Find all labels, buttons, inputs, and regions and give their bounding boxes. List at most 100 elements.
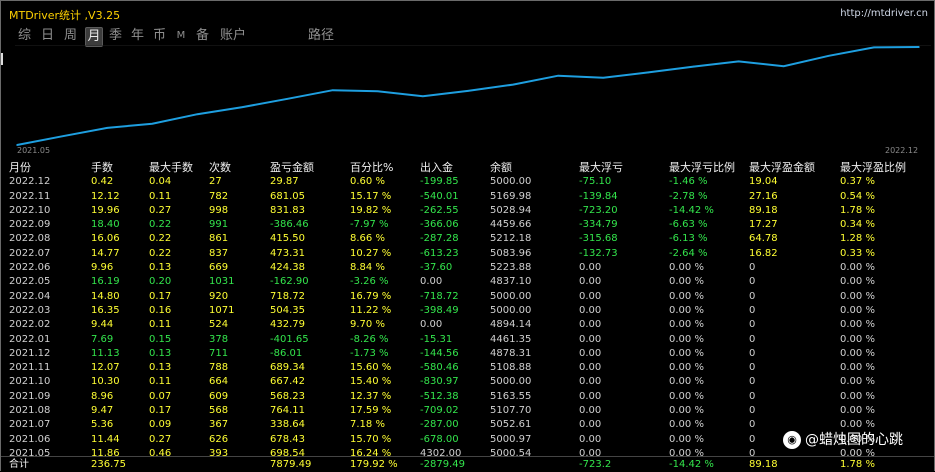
cell-profit: 831.83 <box>270 204 305 216</box>
equity-point <box>106 127 108 129</box>
tab-note[interactable]: 备 <box>195 27 210 45</box>
table-row[interactable]: 2022.11 12.12 0.11 782 681.05 15.17 % -540.01 5… <box>1 190 934 204</box>
tab-m[interactable]: M <box>175 27 187 45</box>
watermark: ◉ @蜡烛图的心跳 <box>783 429 903 449</box>
table-row[interactable]: 2022.10 19.96 0.27 998 831.83 19.82 % -262.55 5… <box>1 204 934 218</box>
total-label: 合计 <box>9 459 29 470</box>
cell-max-float-profit-ratio: 0.00 % <box>840 290 875 302</box>
tab-account[interactable]: 账户 <box>219 27 247 45</box>
table-row[interactable]: 2021.12 11.13 0.13 711 -86.01 -1.73 % -144.56 4… <box>1 347 934 361</box>
cell-trades: 27 <box>209 176 222 188</box>
equity-point <box>467 90 469 92</box>
cell-deposit: 0.00 <box>420 319 443 331</box>
cell-max-lots: 0.17 <box>149 290 172 302</box>
total-max-float-profit-ratio: 1.78 % <box>840 459 875 470</box>
cell-max-float-loss-ratio: 0.00 % <box>669 419 704 431</box>
table-row[interactable]: 2022.01 7.69 0.15 378 -401.65 -8.26 % -15.31 44… <box>1 333 934 347</box>
cell-max-float-loss-ratio: 0.00 % <box>669 433 704 445</box>
cell-deposit: -613.23 <box>420 247 459 259</box>
tab-year[interactable]: 年 <box>130 27 145 45</box>
cell-max-lots: 0.09 <box>149 419 172 431</box>
table-row[interactable]: 2022.02 9.44 0.11 524 432.79 9.70 % 0.00 4894.1… <box>1 318 934 332</box>
cell-profit: 689.34 <box>270 362 305 374</box>
cell-max-float-loss: -139.84 <box>579 190 618 202</box>
header-month[interactable]: 月份 <box>9 161 31 175</box>
header-deposit[interactable]: 出入金 <box>420 161 453 175</box>
equity-points <box>16 46 920 146</box>
cell-max-float-loss-ratio: -14.42 % <box>669 204 714 216</box>
cell-max-float-profit: 0 <box>749 347 756 359</box>
equity-curve-chart <box>15 45 931 146</box>
table-row[interactable]: 2022.12 0.42 0.04 27 29.87 0.60 % -199.85 5000.… <box>1 175 934 189</box>
cell-max-float-loss: 0.00 <box>579 333 602 345</box>
tab-summary[interactable]: 综 <box>17 27 32 45</box>
cell-max-float-profit-ratio: 0.33 % <box>840 247 875 259</box>
total-percent: 179.92 % <box>350 459 398 470</box>
equity-point <box>61 135 63 138</box>
tab-path[interactable]: 路径 <box>307 27 335 45</box>
cell-max-lots: 0.13 <box>149 262 172 274</box>
site-link[interactable]: http://mtdriver.cn <box>840 8 928 19</box>
table-row[interactable]: 2022.06 9.96 0.13 669 424.38 8.84 % -37.60 5223… <box>1 261 934 275</box>
cell-max-float-profit: 17.27 <box>749 219 778 231</box>
table-row[interactable]: 2021.09 8.96 0.07 609 568.23 12.37 % -512.38 51… <box>1 390 934 404</box>
cell-max-float-profit-ratio: 0.00 % <box>840 262 875 274</box>
tab-month[interactable]: 月 <box>85 27 103 47</box>
cell-lots: 0.42 <box>91 176 114 188</box>
cell-deposit: 0.00 <box>420 276 443 288</box>
table-row[interactable]: 2022.05 16.19 0.20 1031 -162.90 -3.26 % 0.00 48… <box>1 275 934 289</box>
cell-max-float-profit: 0 <box>749 405 756 417</box>
tab-quarter[interactable]: 季 <box>108 27 123 45</box>
cell-max-lots: 0.13 <box>149 347 172 359</box>
cell-max-float-profit: 0 <box>749 362 756 374</box>
cell-max-float-loss-ratio: 0.00 % <box>669 304 704 316</box>
equity-point <box>918 46 920 48</box>
cell-max-float-profit: 0 <box>749 376 756 388</box>
cell-month: 2022.03 <box>9 304 51 316</box>
cell-percent: -7.97 % <box>350 219 389 231</box>
cell-month: 2022.06 <box>9 262 51 274</box>
header-trades[interactable]: 次数 <box>209 161 231 175</box>
cell-balance: 5052.61 <box>490 419 532 431</box>
header-profit[interactable]: 盈亏金额 <box>270 161 314 175</box>
cell-max-float-loss-ratio: -2.64 % <box>669 247 708 259</box>
cell-lots: 14.80 <box>91 290 120 302</box>
side-marker <box>1 53 3 65</box>
tab-week[interactable]: 周 <box>63 27 78 45</box>
header-percent[interactable]: 百分比% <box>350 161 393 175</box>
header-max-lots[interactable]: 最大手数 <box>149 161 193 175</box>
table-row[interactable]: 2021.10 10.30 0.11 664 667.42 15.40 % -830.97 5… <box>1 375 934 389</box>
cell-deposit: -37.60 <box>420 262 453 274</box>
cell-max-float-profit-ratio: 0.00 % <box>840 362 875 374</box>
cell-max-lots: 0.11 <box>149 319 172 331</box>
cell-balance: 5169.98 <box>490 190 532 202</box>
table-row[interactable]: 2021.08 9.47 0.17 568 764.11 17.59 % -709.02 51… <box>1 404 934 418</box>
tab-day[interactable]: 日 <box>40 27 55 45</box>
table-row[interactable]: 2021.11 12.07 0.13 788 689.34 15.60 % -580.46 5… <box>1 361 934 375</box>
table-row[interactable]: 2022.09 18.40 0.22 991 -386.46 -7.97 % -366.06… <box>1 218 934 232</box>
cell-trades: 669 <box>209 262 229 274</box>
equity-point <box>331 89 334 91</box>
header-max-float-loss-ratio[interactable]: 最大浮亏比例 <box>669 161 735 175</box>
cell-max-float-profit: 0 <box>749 319 756 331</box>
equity-point <box>151 122 154 125</box>
cell-max-lots: 0.07 <box>149 390 172 402</box>
cell-trades: 788 <box>209 362 229 374</box>
header-max-float-profit[interactable]: 最大浮盈金额 <box>749 161 815 175</box>
cell-month: 2021.08 <box>9 405 51 417</box>
cell-lots: 9.44 <box>91 319 114 331</box>
tab-currency[interactable]: 币 <box>152 27 167 45</box>
header-max-float-loss[interactable]: 最大浮亏 <box>579 161 623 175</box>
equity-point <box>828 55 830 57</box>
cell-max-float-loss: -315.68 <box>579 233 618 245</box>
table-row[interactable]: 2022.03 16.35 0.16 1071 504.35 11.22 % -398.49… <box>1 304 934 318</box>
header-lots[interactable]: 手数 <box>91 161 113 175</box>
table-row[interactable]: 2022.04 14.80 0.17 920 718.72 16.79 % -718.72 5… <box>1 290 934 304</box>
table-row[interactable]: 2022.08 16.06 0.22 861 415.50 8.66 % -287.28 52… <box>1 232 934 246</box>
cell-balance: 4461.35 <box>490 333 532 345</box>
cell-max-float-loss-ratio: -1.46 % <box>669 176 708 188</box>
header-balance[interactable]: 余额 <box>490 161 512 175</box>
equity-point <box>557 74 559 77</box>
header-max-float-profit-ratio[interactable]: 最大浮盈比例 <box>840 161 906 175</box>
table-row[interactable]: 2022.07 14.77 0.22 837 473.31 10.27 % -613.23 5… <box>1 247 934 261</box>
